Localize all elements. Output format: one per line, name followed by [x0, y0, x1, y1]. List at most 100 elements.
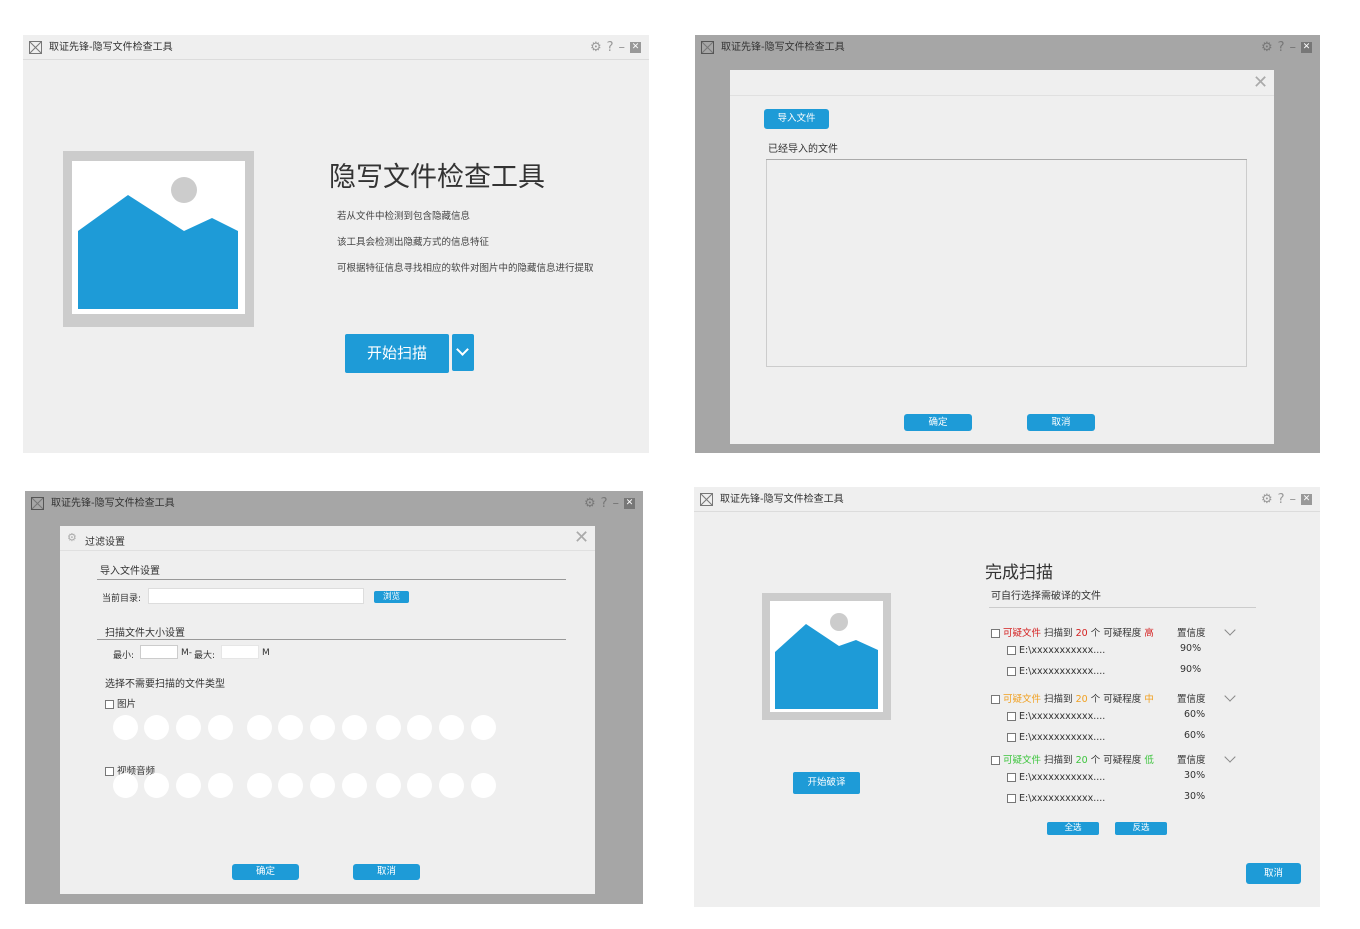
help-icon[interactable]: ? — [607, 35, 616, 60]
format-option[interactable] — [407, 773, 432, 798]
format-option[interactable] — [278, 773, 303, 798]
dialog-close-icon[interactable]: ✕ — [1253, 72, 1268, 93]
count-unit: 个 — [1090, 755, 1101, 766]
chevron-down-icon[interactable] — [1224, 751, 1236, 763]
start-crack-button[interactable]: 开始破译 — [793, 772, 860, 794]
checkbox[interactable] — [991, 756, 1000, 765]
divider — [730, 95, 1274, 96]
format-option[interactable] — [376, 715, 401, 740]
dialog-close-icon[interactable]: ✕ — [574, 527, 589, 548]
format-option[interactable] — [278, 715, 303, 740]
help-icon[interactable]: ? — [1278, 487, 1287, 512]
format-option[interactable] — [342, 715, 367, 740]
cancel-button[interactable]: 取消 — [353, 864, 420, 880]
close-icon[interactable]: ✕ — [1301, 494, 1312, 505]
format-option[interactable] — [310, 715, 335, 740]
format-option[interactable] — [310, 773, 335, 798]
min-size-input[interactable] — [140, 645, 178, 659]
format-option[interactable] — [208, 715, 233, 740]
format-option[interactable] — [113, 715, 138, 740]
format-option[interactable] — [176, 773, 201, 798]
format-option[interactable] — [342, 773, 367, 798]
subtitle: 可自行选择需破译的文件 — [991, 591, 1101, 602]
file-row[interactable]: E:\xxxxxxxxxxx.... — [1007, 772, 1105, 783]
scan-dropdown-button[interactable] — [452, 334, 474, 371]
checkbox[interactable] — [1007, 773, 1016, 782]
screen-import: 取证先锋-隐写文件检查工具 ⚙? – ✕ ✕ 导入文件 已经导入的文件 确定 取消 — [695, 35, 1320, 453]
count-unit: 个 — [1090, 694, 1101, 705]
format-option[interactable] — [113, 773, 138, 798]
format-option[interactable] — [439, 773, 464, 798]
image-type-label: 图片 — [117, 699, 137, 710]
ok-button[interactable]: 确定 — [904, 414, 972, 431]
browse-button[interactable]: 浏览 — [374, 591, 409, 603]
format-option[interactable] — [247, 773, 272, 798]
gear-icon[interactable]: ⚙ — [1261, 487, 1275, 512]
close-icon[interactable]: ✕ — [624, 498, 635, 509]
chevron-down-icon[interactable] — [1224, 690, 1236, 702]
checkbox[interactable] — [1007, 712, 1016, 721]
file-row[interactable]: E:\xxxxxxxxxxx.... — [1007, 666, 1105, 677]
minimize-icon[interactable]: – — [613, 491, 622, 516]
format-option[interactable] — [144, 773, 169, 798]
gear-icon[interactable]: ⚙ — [590, 35, 604, 60]
chevron-down-icon[interactable] — [1224, 624, 1236, 636]
file-row[interactable]: E:\xxxxxxxxxxx.... — [1007, 711, 1105, 722]
minimize-icon[interactable]: – — [1290, 35, 1299, 60]
image-placeholder — [63, 151, 254, 327]
file-row[interactable]: E:\xxxxxxxxxxx.... — [1007, 732, 1105, 743]
file-confidence: 90% — [1180, 664, 1202, 675]
cancel-button[interactable]: 取消 — [1027, 414, 1095, 431]
app-icon — [29, 41, 42, 54]
gear-icon[interactable]: ⚙ — [584, 491, 598, 516]
window-controls: ⚙? – ✕ — [1258, 35, 1312, 60]
help-icon[interactable]: ? — [1278, 35, 1287, 60]
invert-selection-button[interactable]: 反选 — [1115, 822, 1167, 835]
window-title: 取证先锋-隐写文件检查工具 — [720, 494, 844, 505]
gear-icon[interactable]: ⚙ — [1261, 35, 1275, 60]
result-group-header[interactable]: 可疑文件 扫描到 20 个 可疑程度 低 — [991, 752, 1154, 766]
format-option[interactable] — [471, 773, 496, 798]
title-bar: 取证先锋-隐写文件检查工具 ⚙? – ✕ — [23, 35, 649, 60]
minimize-icon[interactable]: – — [619, 35, 628, 60]
format-option[interactable] — [439, 715, 464, 740]
checkbox[interactable] — [1007, 794, 1016, 803]
format-option[interactable] — [144, 715, 169, 740]
group-label: 可疑文件 — [1003, 755, 1042, 766]
file-path: E:\xxxxxxxxxxx.... — [1019, 666, 1106, 677]
cancel-button[interactable]: 取消 — [1246, 863, 1301, 884]
import-file-button[interactable]: 导入文件 — [764, 109, 829, 129]
file-row[interactable]: E:\xxxxxxxxxxx.... — [1007, 793, 1105, 804]
close-icon[interactable]: ✕ — [630, 42, 641, 53]
format-option[interactable] — [471, 715, 496, 740]
app-icon — [701, 41, 714, 54]
file-row[interactable]: E:\xxxxxxxxxxx.... — [1007, 645, 1105, 656]
checkbox[interactable] — [1007, 733, 1016, 742]
help-icon[interactable]: ? — [601, 491, 610, 516]
checkbox[interactable] — [991, 695, 1000, 704]
ok-button[interactable]: 确定 — [232, 864, 299, 880]
result-group-header[interactable]: 可疑文件 扫描到 20 个 可疑程度 中 — [991, 691, 1154, 705]
max-size-input[interactable] — [221, 645, 259, 659]
image-type-checkbox[interactable]: 图片 — [105, 696, 136, 710]
max-label: 最大: — [194, 651, 216, 661]
av-format-options — [113, 773, 503, 799]
imported-files-list[interactable] — [766, 160, 1247, 367]
start-scan-button[interactable]: 开始扫描 — [345, 334, 449, 373]
file-path: E:\xxxxxxxxxxx.... — [1019, 793, 1106, 804]
minimize-icon[interactable]: – — [1290, 487, 1299, 512]
select-all-button[interactable]: 全选 — [1047, 822, 1099, 835]
format-option[interactable] — [247, 715, 272, 740]
checkbox[interactable] — [1007, 646, 1016, 655]
current-dir-input[interactable] — [148, 588, 364, 604]
format-option[interactable] — [407, 715, 432, 740]
file-confidence: 30% — [1184, 770, 1206, 781]
format-option[interactable] — [376, 773, 401, 798]
close-icon[interactable]: ✕ — [1301, 42, 1312, 53]
checkbox[interactable] — [105, 700, 114, 709]
checkbox[interactable] — [991, 629, 1000, 638]
result-group-header[interactable]: 可疑文件 扫描到 20 个 可疑程度 高 — [991, 625, 1154, 639]
format-option[interactable] — [176, 715, 201, 740]
checkbox[interactable] — [1007, 667, 1016, 676]
format-option[interactable] — [208, 773, 233, 798]
